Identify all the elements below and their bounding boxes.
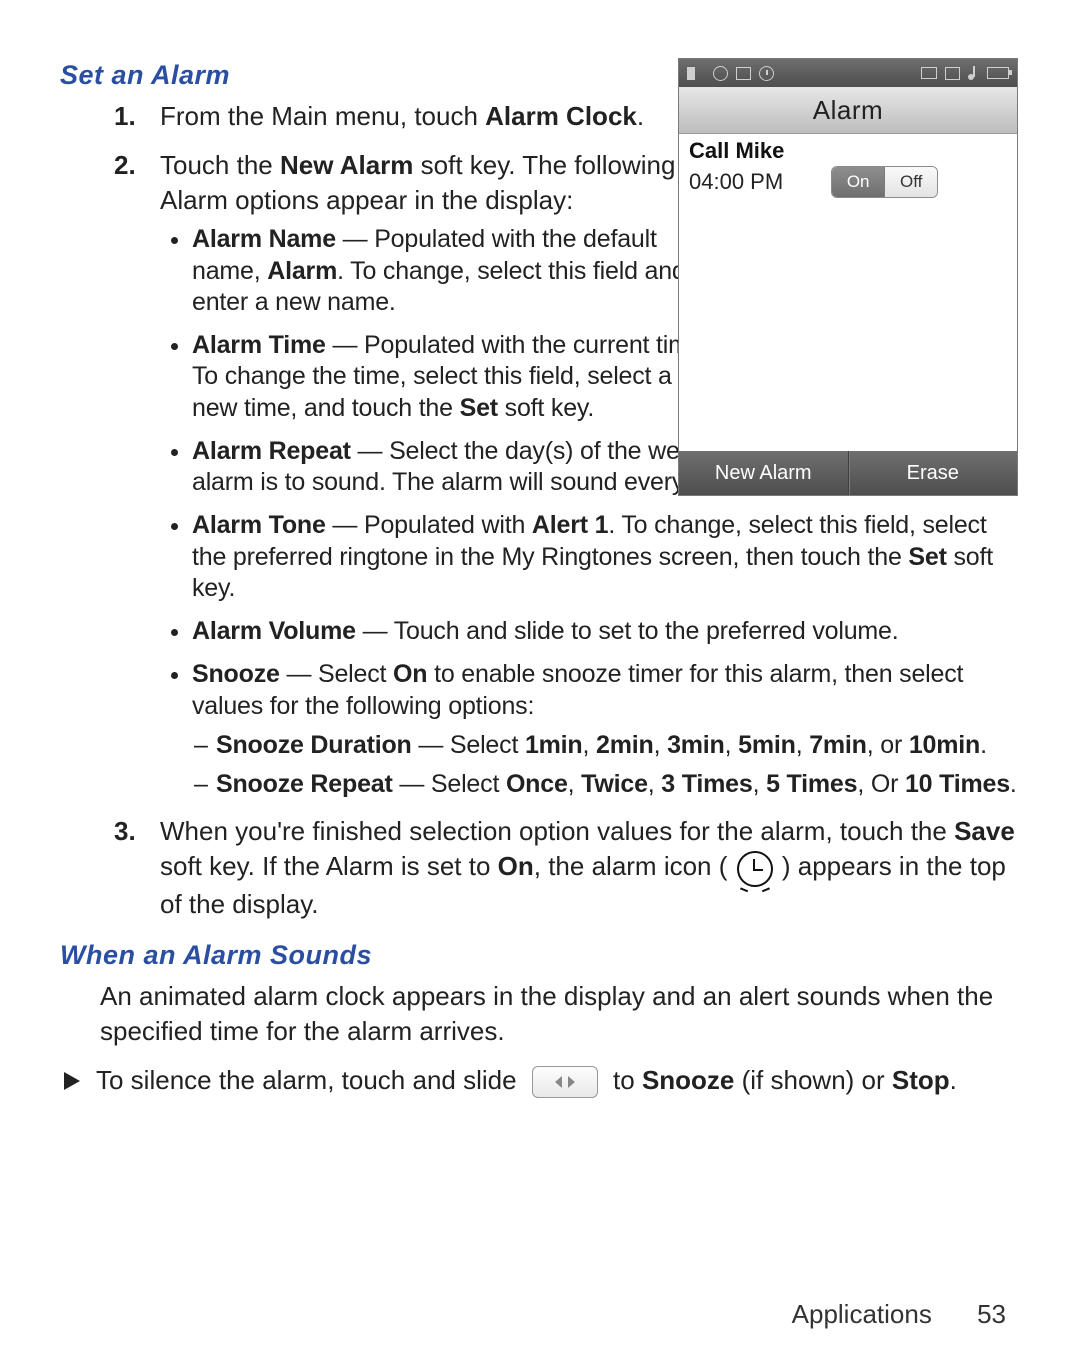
opt-title: Snooze <box>192 660 280 688</box>
text: — Select <box>412 731 525 759</box>
footer-section: Applications <box>792 1299 932 1329</box>
when-paragraph: An animated alarm clock appears in the d… <box>60 979 1020 1049</box>
term: Set <box>908 543 946 571</box>
page-footer: Applications 53 <box>792 1299 1006 1330</box>
gear-icon <box>713 66 728 81</box>
text: , <box>583 731 597 759</box>
text: Touch the <box>160 150 280 180</box>
sub-title: Snooze Duration <box>216 731 412 759</box>
heading-when-alarm-sounds: When an Alarm Sounds <box>60 940 1020 971</box>
text: — Populated with <box>326 511 532 539</box>
text: — Select <box>280 660 393 688</box>
term: Alert 1 <box>532 511 608 539</box>
footer-page: 53 <box>977 1299 1006 1329</box>
opt-alarm-time: Alarm Time — Populated with the current … <box>192 330 722 424</box>
phone-body <box>679 198 1017 451</box>
term: Set <box>460 394 498 422</box>
clock-icon <box>759 66 774 81</box>
val: Twice <box>581 770 648 798</box>
term-new-alarm: New Alarm <box>280 150 413 180</box>
text: , <box>654 731 668 759</box>
alarm-row-time: 04:00 PM <box>689 169 783 195</box>
text: , <box>753 770 767 798</box>
sub-title: Snooze Repeat <box>216 770 393 798</box>
text: . <box>637 101 644 131</box>
text: , the alarm icon ( <box>534 851 735 881</box>
snooze-duration: Snooze Duration — Select 1min, 2min, 3mi… <box>216 730 1020 761</box>
phone-softkeys: New Alarm Erase <box>679 451 1017 495</box>
text: — Touch and slide to set to the preferre… <box>356 617 899 645</box>
term-save: Save <box>954 816 1015 846</box>
opt-alarm-tone: Alarm Tone — Populated with Alert 1. To … <box>192 510 1020 604</box>
val: Once <box>506 770 568 798</box>
battery-icon <box>987 67 1009 79</box>
text: . <box>950 1065 957 1095</box>
softkey-new-alarm[interactable]: New Alarm <box>679 451 848 495</box>
phone-illustration: Alarm Call Mike 04:00 PM On Off New Alar… <box>678 58 1018 496</box>
opt-snooze: Snooze — Select On to enable snooze time… <box>192 659 1020 800</box>
text: — Select the day(s) of the week ( <box>351 437 721 465</box>
text: From the Main menu, touch <box>160 101 485 131</box>
text: , or <box>867 731 909 759</box>
text: , <box>725 731 739 759</box>
val: 5 Times <box>766 770 857 798</box>
text: to <box>606 1065 642 1095</box>
toggle-off[interactable]: Off <box>885 167 937 197</box>
snooze-sublist: Snooze Duration — Select 1min, 2min, 3mi… <box>192 730 1020 801</box>
when-action: To silence the alarm, touch and slide to… <box>60 1063 1020 1098</box>
term-snooze: Snooze <box>642 1065 734 1095</box>
opt-title: Alarm Time <box>192 331 326 359</box>
text: , <box>796 731 810 759</box>
text: . <box>980 731 987 759</box>
box2-icon <box>945 67 960 80</box>
slider-icon <box>532 1066 598 1098</box>
text: , <box>648 770 662 798</box>
opt-title: Alarm Volume <box>192 617 356 645</box>
val: 3 Times <box>661 770 752 798</box>
text: To silence the alarm, touch and slide <box>96 1065 524 1095</box>
phone-title: Alarm <box>679 87 1017 134</box>
text: , Or <box>857 770 905 798</box>
term-alarm-clock: Alarm Clock <box>485 101 637 131</box>
opt-alarm-volume: Alarm Volume — Touch and slide to set to… <box>192 616 1020 647</box>
val: 10min <box>909 731 980 759</box>
softkey-erase[interactable]: Erase <box>848 451 1018 495</box>
box-icon <box>736 67 751 80</box>
opt-title: Alarm Repeat <box>192 437 351 465</box>
term-stop: Stop <box>892 1065 950 1095</box>
clock-icon <box>737 851 773 887</box>
val: 2min <box>596 731 654 759</box>
alarm-row[interactable]: Call Mike 04:00 PM On Off <box>679 134 1017 198</box>
phone-statusbar <box>679 59 1017 87</box>
val: 3min <box>667 731 725 759</box>
text: . <box>1010 770 1017 798</box>
snooze-repeat: Snooze Repeat — Select Once, Twice, 3 Ti… <box>216 769 1020 800</box>
text: soft key. If the Alarm is set to <box>160 851 498 881</box>
music-icon <box>968 66 979 80</box>
term: On <box>393 660 427 688</box>
text: (if shown) or <box>734 1065 892 1095</box>
alarm-row-title: Call Mike <box>689 138 1007 164</box>
toggle-on[interactable]: On <box>832 167 885 197</box>
alarm-toggle[interactable]: On Off <box>831 166 938 198</box>
text: When you're finished selection option va… <box>160 816 954 846</box>
opt-alarm-name: Alarm Name — Populated with the default … <box>192 224 722 318</box>
val: 5min <box>738 731 796 759</box>
opt-title: Alarm Name <box>192 225 336 253</box>
val: 7min <box>809 731 867 759</box>
val: 1min <box>525 731 583 759</box>
opt-title: Alarm Tone <box>192 511 326 539</box>
text: soft key. <box>498 394 594 422</box>
term-on: On <box>498 851 534 881</box>
term: Alarm <box>267 257 337 285</box>
step-3: When you're finished selection option va… <box>160 814 1020 921</box>
val: 10 Times <box>905 770 1010 798</box>
text: — Select <box>393 770 506 798</box>
signal-icon <box>687 66 705 80</box>
text: , <box>568 770 582 798</box>
card-icon <box>921 67 937 79</box>
